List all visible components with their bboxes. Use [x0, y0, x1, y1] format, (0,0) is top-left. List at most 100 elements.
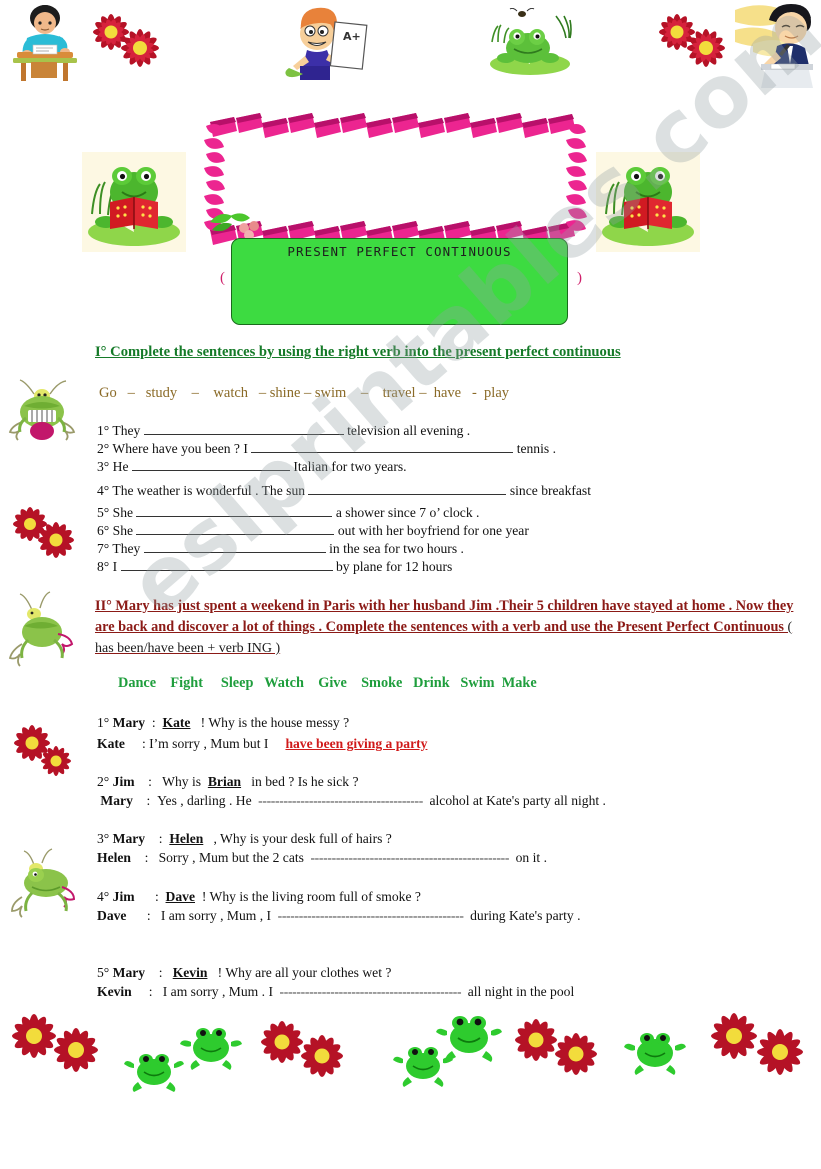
- answer-blank[interactable]: [143, 539, 326, 553]
- speaker-name: Kate: [97, 736, 125, 751]
- title-green-box: PRESENT PERFECT CONTINUOUS: [231, 238, 568, 325]
- boy-at-desk-icon: [5, 2, 83, 82]
- verb-word: travel: [382, 385, 416, 401]
- colon: :: [158, 831, 163, 846]
- speaker-name: Jim: [112, 774, 135, 789]
- answer-blank[interactable]: [143, 421, 344, 435]
- item-text-before: They: [112, 423, 141, 438]
- red-flowers-icon: [6, 715, 82, 787]
- reading-frog-icon: [82, 152, 186, 252]
- answer-blank[interactable]: [251, 439, 514, 453]
- answer-text-before: I’m sorry , Mum but I: [149, 736, 269, 751]
- item-text-before: Where have you been ? I: [112, 441, 248, 456]
- sample-answer: have been giving a party: [285, 736, 428, 751]
- answer-text-before: Sorry , Mum but the 2 cats: [158, 850, 304, 865]
- answer-blank[interactable]: ----------------------------------------…: [307, 850, 512, 865]
- speaker-name: Kevin: [97, 984, 132, 999]
- section-2-heading: II° Mary has just spent a weekend in Par…: [95, 596, 807, 660]
- frog-icon: [178, 1014, 244, 1072]
- item-number: 4°: [97, 889, 110, 904]
- exercise-item: 2° Where have you been ? I tennis .: [97, 439, 556, 457]
- verb-word: Smoke: [361, 675, 403, 691]
- colon: :: [146, 793, 151, 808]
- worksheet-page: A+ () PRESENT PERFECT CONTINUOUS I° Com…: [0, 0, 821, 1169]
- dialogue-question: 5° Mary : Kevin ! Why are all your cloth…: [97, 965, 391, 981]
- question-text: , Why is your desk full of hairs ?: [213, 831, 392, 846]
- verb-word: Sleep: [220, 675, 254, 691]
- speaker-name: Jim: [112, 889, 135, 904]
- answer-blank[interactable]: [136, 503, 333, 517]
- question-text: ! Why is the house messy ?: [200, 715, 350, 730]
- reading-frog-icon: [596, 152, 700, 252]
- answer-text-before: I am sorry , Mum . I: [162, 984, 273, 999]
- item-text-before: The weather is wonderful . The sun: [112, 483, 306, 498]
- colon: :: [158, 965, 163, 980]
- answer-blank[interactable]: [120, 557, 333, 571]
- answer-blank[interactable]: ---------------------------------------: [255, 793, 426, 808]
- exercise-item: 3° He Italian for two years.: [97, 457, 407, 475]
- item-text-after: in the sea for two hours .: [329, 541, 464, 556]
- item-number: 4°: [97, 483, 110, 498]
- item-number: 7°: [97, 541, 110, 556]
- frog-on-lilypad-icon: [470, 8, 578, 80]
- exercise-item: 8° I by plane for 12 hours: [97, 557, 452, 575]
- colon: :: [144, 850, 149, 865]
- frog-icon: [434, 1002, 504, 1064]
- boy-writing-icon: [735, 0, 821, 88]
- verb-word: play: [484, 385, 510, 401]
- colon: :: [151, 715, 156, 730]
- item-number: 6°: [97, 523, 110, 538]
- exercise-item: 6° She out with her boyfriend for one ye…: [97, 521, 529, 539]
- item-number: 1°: [97, 715, 110, 730]
- answer-text-after: during Kate's party .: [470, 908, 581, 923]
- answer-text-after: on it .: [515, 850, 547, 865]
- question-text: ! Why are all your clothes wet ?: [217, 965, 392, 980]
- verb-word: Dance: [118, 675, 157, 691]
- answer-blank[interactable]: [308, 481, 507, 495]
- dialogue-answer: Dave : I am sorry , Mum , I ------------…: [97, 908, 581, 924]
- item-number: 5°: [97, 505, 110, 520]
- answer-blank[interactable]: ----------------------------------------…: [275, 908, 467, 923]
- section-2-verb-bank: Dance Fight Sleep Watch Give Smoke Drink…: [118, 675, 537, 692]
- red-flowers-icon: [700, 1006, 818, 1084]
- exercise-item: 4° The weather is wonderful . The sun si…: [97, 481, 591, 499]
- verb-word: Fight: [170, 675, 203, 691]
- verb-word: Give: [318, 675, 347, 691]
- verb-word: Make: [501, 675, 537, 691]
- dialogue-question: 3° Mary : Helen , Why is your desk full …: [97, 831, 392, 847]
- addressed-name: Brian: [207, 774, 242, 789]
- speaker-name: Helen: [97, 850, 131, 865]
- item-text-before: I: [112, 559, 118, 574]
- svg-text:A+: A+: [343, 30, 361, 43]
- verb-word: shine: [269, 385, 301, 401]
- section-1-heading: I° Complete the sentences by using the r…: [95, 344, 621, 360]
- colon: :: [146, 908, 151, 923]
- speaker-name: Mary: [112, 831, 146, 846]
- verb-word: Go: [99, 385, 117, 401]
- verb-word: study: [145, 385, 178, 401]
- item-text-before: He: [112, 459, 129, 474]
- red-flowers-icon: [652, 6, 734, 78]
- question-text: ! Why is the living room full of smoke ?: [201, 889, 421, 904]
- verb-word: watch: [213, 385, 249, 401]
- item-text-after: television all evening .: [347, 423, 471, 438]
- dialogue-answer: Kevin : I am sorry , Mum . I -----------…: [97, 984, 574, 1000]
- item-number: 8°: [97, 559, 110, 574]
- colon: :: [148, 774, 152, 789]
- colon: :: [154, 889, 159, 904]
- exercise-item: 7° They in the sea for two hours .: [97, 539, 464, 557]
- answer-text-before: Yes , darling . He: [157, 793, 252, 808]
- paren-left: (: [220, 270, 225, 286]
- section-1-verb-bank: Go – study – watch – shine – swim – trav…: [99, 385, 510, 401]
- dialogue-answer: Kate : I’m sorry , Mum but I have been g…: [97, 736, 427, 752]
- answer-blank[interactable]: ----------------------------------------…: [276, 984, 464, 999]
- answer-blank[interactable]: [131, 457, 290, 471]
- answer-blank[interactable]: [136, 521, 335, 535]
- question-prefix: Why is: [162, 774, 202, 789]
- red-flowers-icon: [6, 498, 82, 568]
- answer-text-after: all night in the pool: [467, 984, 575, 999]
- colon: :: [148, 984, 153, 999]
- question-text: in bed ? Is he sick ?: [251, 774, 359, 789]
- answer-text-before: I am sorry , Mum , I: [160, 908, 272, 923]
- item-text-after: a shower since 7 o’ clock .: [335, 505, 480, 520]
